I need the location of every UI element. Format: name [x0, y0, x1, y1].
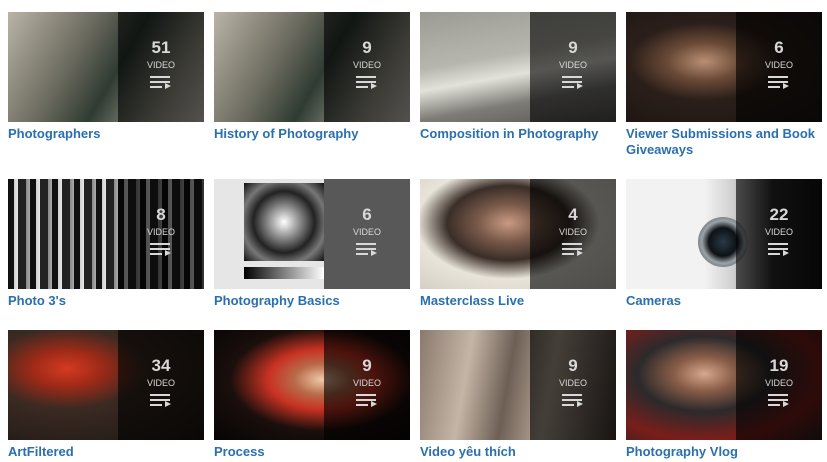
- video-count-overlay: 6 VIDEO: [736, 12, 822, 122]
- video-count-overlay: 6 VIDEO: [324, 179, 410, 289]
- playlist-icon: [150, 243, 172, 256]
- video-count-label: VIDEO: [352, 227, 381, 237]
- playlist-title-link[interactable]: Viewer Submissions and Book Giveaways: [626, 126, 822, 158]
- playlist-thumbnail[interactable]: 51 VIDEO: [8, 12, 204, 122]
- video-count-label: VIDEO: [558, 60, 587, 70]
- video-count-overlay: 4 VIDEO: [530, 179, 616, 289]
- video-count-label: VIDEO: [764, 227, 793, 237]
- playlist-title-link[interactable]: Process: [214, 444, 410, 460]
- playlist-thumbnail[interactable]: 6 VIDEO: [626, 12, 822, 122]
- playlist-tile[interactable]: 9 VIDEO History of Photography: [214, 12, 410, 142]
- video-count: 6: [362, 205, 372, 224]
- video-count: 51: [151, 38, 171, 57]
- playlist-tile[interactable]: 9 VIDEO Process: [214, 330, 410, 460]
- playlist-title-link[interactable]: History of Photography: [214, 126, 410, 142]
- playlist-icon: [356, 76, 378, 89]
- playlist-title-link[interactable]: Photo 3's: [8, 293, 204, 309]
- playlist-icon: [356, 394, 378, 407]
- playlist-thumbnail[interactable]: 8 VIDEO: [8, 179, 204, 289]
- playlist-tile[interactable]: 8 VIDEO Photo 3's: [8, 179, 204, 309]
- playlist-thumbnail[interactable]: 6 VIDEO: [214, 179, 410, 289]
- playlist-title-link[interactable]: Video yêu thích: [420, 444, 616, 460]
- video-count-label: VIDEO: [352, 60, 381, 70]
- video-count-overlay: 9 VIDEO: [530, 12, 616, 122]
- playlist-tile[interactable]: 19 VIDEO Photography Vlog: [626, 330, 822, 460]
- video-count-label: VIDEO: [558, 227, 587, 237]
- video-count-label: VIDEO: [764, 378, 793, 388]
- playlist-icon: [562, 76, 584, 89]
- playlist-thumbnail[interactable]: 34 VIDEO: [8, 330, 204, 440]
- video-count: 22: [769, 205, 789, 224]
- video-count-label: VIDEO: [764, 60, 793, 70]
- playlist-tile[interactable]: 51 VIDEO Photographers: [8, 12, 204, 142]
- playlist-tile[interactable]: 22 VIDEO Cameras: [626, 179, 822, 309]
- video-count-overlay: 34 VIDEO: [118, 330, 204, 440]
- playlist-tile[interactable]: 4 VIDEO Masterclass Live: [420, 179, 616, 309]
- video-count-overlay: 9 VIDEO: [530, 330, 616, 440]
- playlist-icon: [356, 243, 378, 256]
- playlist-icon: [768, 243, 790, 256]
- playlist-tile[interactable]: 34 VIDEO ArtFiltered: [8, 330, 204, 460]
- video-count-overlay: 8 VIDEO: [118, 179, 204, 289]
- video-count-label: VIDEO: [558, 378, 587, 388]
- playlist-tile[interactable]: 6 VIDEO Photography Basics: [214, 179, 410, 309]
- playlist-thumbnail[interactable]: 19 VIDEO: [626, 330, 822, 440]
- playlist-icon: [768, 76, 790, 89]
- playlist-thumbnail[interactable]: 22 VIDEO: [626, 179, 822, 289]
- video-count-label: VIDEO: [146, 227, 175, 237]
- video-count-overlay: 19 VIDEO: [736, 330, 822, 440]
- video-count-label: VIDEO: [146, 378, 175, 388]
- playlist-thumbnail[interactable]: 9 VIDEO: [214, 330, 410, 440]
- flower-photo: [244, 183, 324, 261]
- playlist-tile[interactable]: 9 VIDEO Video yêu thích: [420, 330, 616, 460]
- playlist-thumbnail[interactable]: 9 VIDEO: [420, 12, 616, 122]
- video-count: 19: [769, 356, 789, 375]
- playlist-icon: [150, 394, 172, 407]
- playlist-title-link[interactable]: Cameras: [626, 293, 822, 309]
- playlist-title-link[interactable]: Masterclass Live: [420, 293, 616, 309]
- playlist-icon: [150, 76, 172, 89]
- video-count: 8: [156, 205, 166, 224]
- playlist-icon: [562, 243, 584, 256]
- video-count: 4: [568, 205, 578, 224]
- playlist-title-link[interactable]: Composition in Photography: [420, 126, 616, 142]
- video-count: 9: [362, 38, 372, 57]
- video-count: 9: [568, 38, 578, 57]
- playlist-title-link[interactable]: Photography Vlog: [626, 444, 822, 460]
- video-count-label: VIDEO: [352, 378, 381, 388]
- video-count-overlay: 51 VIDEO: [118, 12, 204, 122]
- playlist-icon: [562, 394, 584, 407]
- playlist-title-link[interactable]: ArtFiltered: [8, 444, 204, 460]
- playlist-title-link[interactable]: Photographers: [8, 126, 204, 142]
- video-count-overlay: 9 VIDEO: [324, 12, 410, 122]
- video-count: 6: [774, 38, 784, 57]
- playlist-thumbnail[interactable]: 9 VIDEO: [420, 330, 616, 440]
- video-count-overlay: 22 VIDEO: [736, 179, 822, 289]
- playlist-tile[interactable]: 9 VIDEO Composition in Photography: [420, 12, 616, 142]
- playlist-title-link[interactable]: Photography Basics: [214, 293, 410, 309]
- video-count: 9: [568, 356, 578, 375]
- video-count-overlay: 9 VIDEO: [324, 330, 410, 440]
- video-count-label: VIDEO: [146, 60, 175, 70]
- playlist-thumbnail[interactable]: 9 VIDEO: [214, 12, 410, 122]
- video-count: 9: [362, 356, 372, 375]
- playlist-thumbnail[interactable]: 4 VIDEO: [420, 179, 616, 289]
- video-count: 34: [151, 356, 171, 375]
- playlist-tile[interactable]: 6 VIDEO Viewer Submissions and Book Give…: [626, 12, 822, 158]
- gradient-strip: [244, 267, 324, 279]
- playlist-icon: [768, 394, 790, 407]
